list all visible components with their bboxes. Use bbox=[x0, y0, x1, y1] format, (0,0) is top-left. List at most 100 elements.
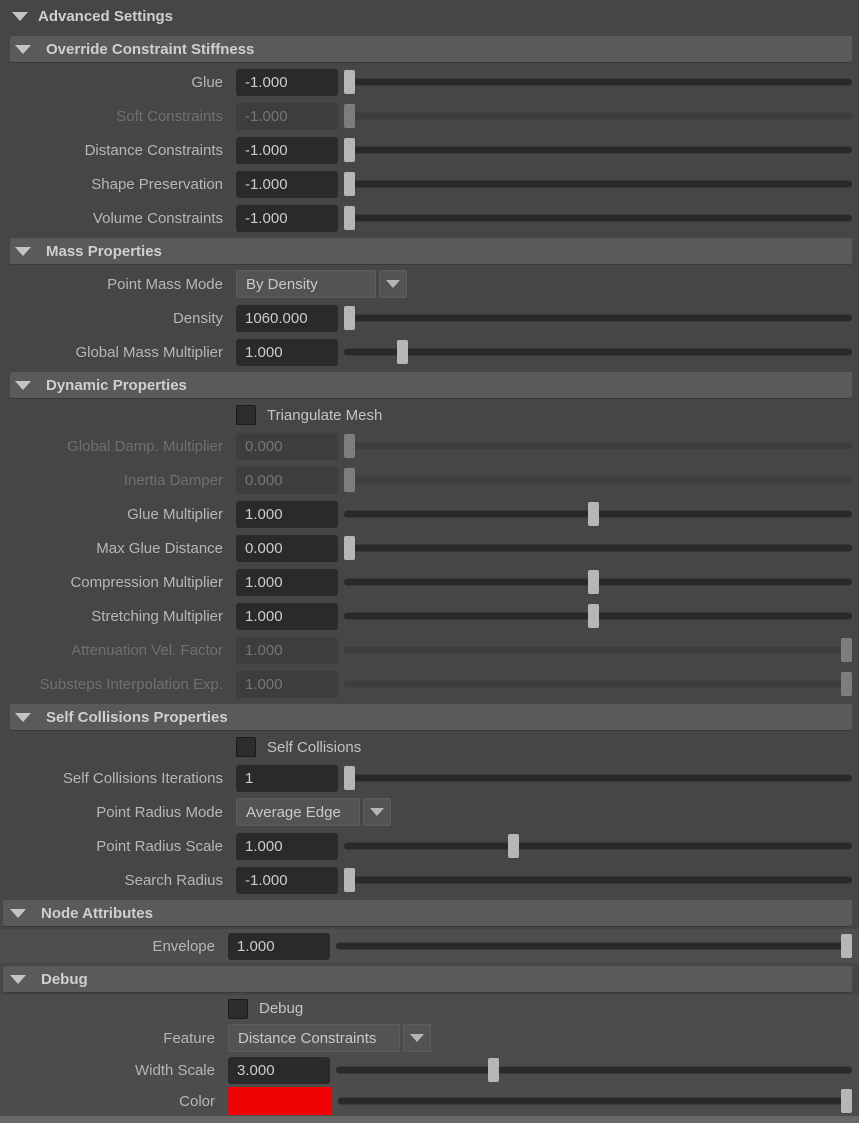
dropdown-point-mass-mode[interactable]: By Density bbox=[236, 270, 376, 298]
value-field-global-mass-multiplier[interactable]: 1.000 bbox=[236, 339, 338, 366]
slider-envelope[interactable] bbox=[336, 934, 852, 958]
section-header-node-attributes[interactable]: Node Attributes bbox=[3, 900, 852, 926]
slider-handle[interactable] bbox=[344, 468, 355, 492]
slider-handle[interactable] bbox=[588, 502, 599, 526]
slider-track[interactable] bbox=[344, 181, 852, 188]
slider-track[interactable] bbox=[338, 1098, 852, 1105]
slider-track[interactable] bbox=[336, 1067, 852, 1074]
value-field-point-radius-scale[interactable]: 1.000 bbox=[236, 833, 338, 860]
slider-handle[interactable] bbox=[488, 1058, 499, 1082]
checkbox-triangulate-mesh[interactable] bbox=[236, 405, 256, 425]
slider-handle[interactable] bbox=[344, 434, 355, 458]
section-header-advanced-settings[interactable]: Advanced Settings bbox=[0, 0, 859, 33]
slider-handle[interactable] bbox=[841, 672, 852, 696]
slider-track[interactable] bbox=[344, 681, 852, 688]
value-field-compression-multiplier[interactable]: 1.000 bbox=[236, 569, 338, 596]
slider-handle[interactable] bbox=[841, 1089, 852, 1113]
value-field-volume-constraints[interactable]: -1.000 bbox=[236, 205, 338, 232]
checkbox-self-collisions[interactable] bbox=[236, 737, 256, 757]
value-field-envelope[interactable]: 1.000 bbox=[228, 933, 330, 960]
slider-glue[interactable] bbox=[344, 70, 852, 94]
slider-attenuation-vel-factor[interactable] bbox=[344, 638, 852, 662]
value-field-substeps-interpolation-exp[interactable]: 1.000 bbox=[236, 671, 338, 698]
slider-track[interactable] bbox=[344, 545, 852, 552]
slider-handle[interactable] bbox=[508, 834, 519, 858]
slider-compression-multiplier[interactable] bbox=[344, 570, 852, 594]
slider-inertia-damper[interactable] bbox=[344, 468, 852, 492]
value-field-glue[interactable]: -1.000 bbox=[236, 69, 338, 96]
slider-width-scale[interactable] bbox=[336, 1058, 852, 1082]
slider-handle[interactable] bbox=[344, 306, 355, 330]
value-field-shape-preservation[interactable]: -1.000 bbox=[236, 171, 338, 198]
slider-stretching-multiplier[interactable] bbox=[344, 604, 852, 628]
slider-track[interactable] bbox=[344, 775, 852, 782]
slider-handle[interactable] bbox=[588, 604, 599, 628]
collapse-arrow-icon[interactable] bbox=[15, 247, 31, 256]
section-header-debug[interactable]: Debug bbox=[3, 966, 852, 992]
value-field-self-collisions-iterations[interactable]: 1 bbox=[236, 765, 338, 792]
slider-track[interactable] bbox=[344, 477, 852, 484]
slider-handle[interactable] bbox=[344, 70, 355, 94]
slider-max-glue-distance[interactable] bbox=[344, 536, 852, 560]
slider-track[interactable] bbox=[344, 349, 852, 356]
slider-track[interactable] bbox=[344, 647, 852, 654]
slider-point-radius-scale[interactable] bbox=[344, 834, 852, 858]
slider-track[interactable] bbox=[344, 113, 852, 120]
collapse-arrow-icon[interactable] bbox=[10, 909, 26, 918]
value-field-max-glue-distance[interactable]: 0.000 bbox=[236, 535, 338, 562]
slider-search-radius[interactable] bbox=[344, 868, 852, 892]
section-header-mass-properties[interactable]: Mass Properties bbox=[10, 238, 852, 264]
value-field-width-scale[interactable]: 3.000 bbox=[228, 1057, 330, 1084]
section-header-self-collisions-properties[interactable]: Self Collisions Properties bbox=[10, 704, 852, 730]
collapse-arrow-icon[interactable] bbox=[12, 12, 28, 21]
slider-substeps-interpolation-exp[interactable] bbox=[344, 672, 852, 696]
slider-global-damp-multiplier[interactable] bbox=[344, 434, 852, 458]
slider-track[interactable] bbox=[344, 843, 852, 850]
collapse-arrow-icon[interactable] bbox=[10, 975, 26, 984]
slider-shape-preservation[interactable] bbox=[344, 172, 852, 196]
value-field-search-radius[interactable]: -1.000 bbox=[236, 867, 338, 894]
section-header-override-constraint-stiffness[interactable]: Override Constraint Stiffness bbox=[10, 36, 852, 62]
slider-track[interactable] bbox=[344, 315, 852, 322]
value-field-soft-constraints[interactable]: -1.000 bbox=[236, 103, 338, 130]
collapse-arrow-icon[interactable] bbox=[15, 45, 31, 54]
section-header-dynamic-properties[interactable]: Dynamic Properties bbox=[10, 372, 852, 398]
slider-volume-constraints[interactable] bbox=[344, 206, 852, 230]
slider-soft-constraints[interactable] bbox=[344, 104, 852, 128]
slider-track[interactable] bbox=[344, 877, 852, 884]
value-field-glue-multiplier[interactable]: 1.000 bbox=[236, 501, 338, 528]
slider-handle[interactable] bbox=[588, 570, 599, 594]
value-field-stretching-multiplier[interactable]: 1.000 bbox=[236, 603, 338, 630]
dropdown-button-point-radius-mode[interactable] bbox=[363, 798, 391, 826]
slider-handle[interactable] bbox=[397, 340, 408, 364]
slider-handle[interactable] bbox=[344, 766, 355, 790]
slider-density[interactable] bbox=[344, 306, 852, 330]
slider-self-collisions-iterations[interactable] bbox=[344, 766, 852, 790]
value-field-distance-constraints[interactable]: -1.000 bbox=[236, 137, 338, 164]
slider-distance-constraints[interactable] bbox=[344, 138, 852, 162]
slider-track[interactable] bbox=[344, 147, 852, 154]
value-field-global-damp-multiplier[interactable]: 0.000 bbox=[236, 433, 338, 460]
collapse-arrow-icon[interactable] bbox=[15, 713, 31, 722]
slider-handle[interactable] bbox=[344, 206, 355, 230]
slider-handle[interactable] bbox=[344, 536, 355, 560]
slider-handle[interactable] bbox=[344, 172, 355, 196]
slider-handle[interactable] bbox=[841, 934, 852, 958]
slider-handle[interactable] bbox=[344, 868, 355, 892]
dropdown-button-point-mass-mode[interactable] bbox=[379, 270, 407, 298]
slider-track[interactable] bbox=[336, 943, 852, 950]
dropdown-button-feature[interactable] bbox=[403, 1024, 431, 1052]
checkbox-debug[interactable] bbox=[228, 999, 248, 1019]
slider-track[interactable] bbox=[344, 215, 852, 222]
slider-handle[interactable] bbox=[841, 638, 852, 662]
value-field-attenuation-vel-factor[interactable]: 1.000 bbox=[236, 637, 338, 664]
dropdown-feature[interactable]: Distance Constraints bbox=[228, 1024, 400, 1052]
slider-glue-multiplier[interactable] bbox=[344, 502, 852, 526]
slider-color[interactable] bbox=[338, 1089, 852, 1113]
slider-track[interactable] bbox=[344, 79, 852, 86]
value-field-density[interactable]: 1060.000 bbox=[236, 305, 338, 332]
slider-global-mass-multiplier[interactable] bbox=[344, 340, 852, 364]
value-field-inertia-damper[interactable]: 0.000 bbox=[236, 467, 338, 494]
slider-track[interactable] bbox=[344, 443, 852, 450]
color-swatch[interactable] bbox=[228, 1087, 332, 1115]
